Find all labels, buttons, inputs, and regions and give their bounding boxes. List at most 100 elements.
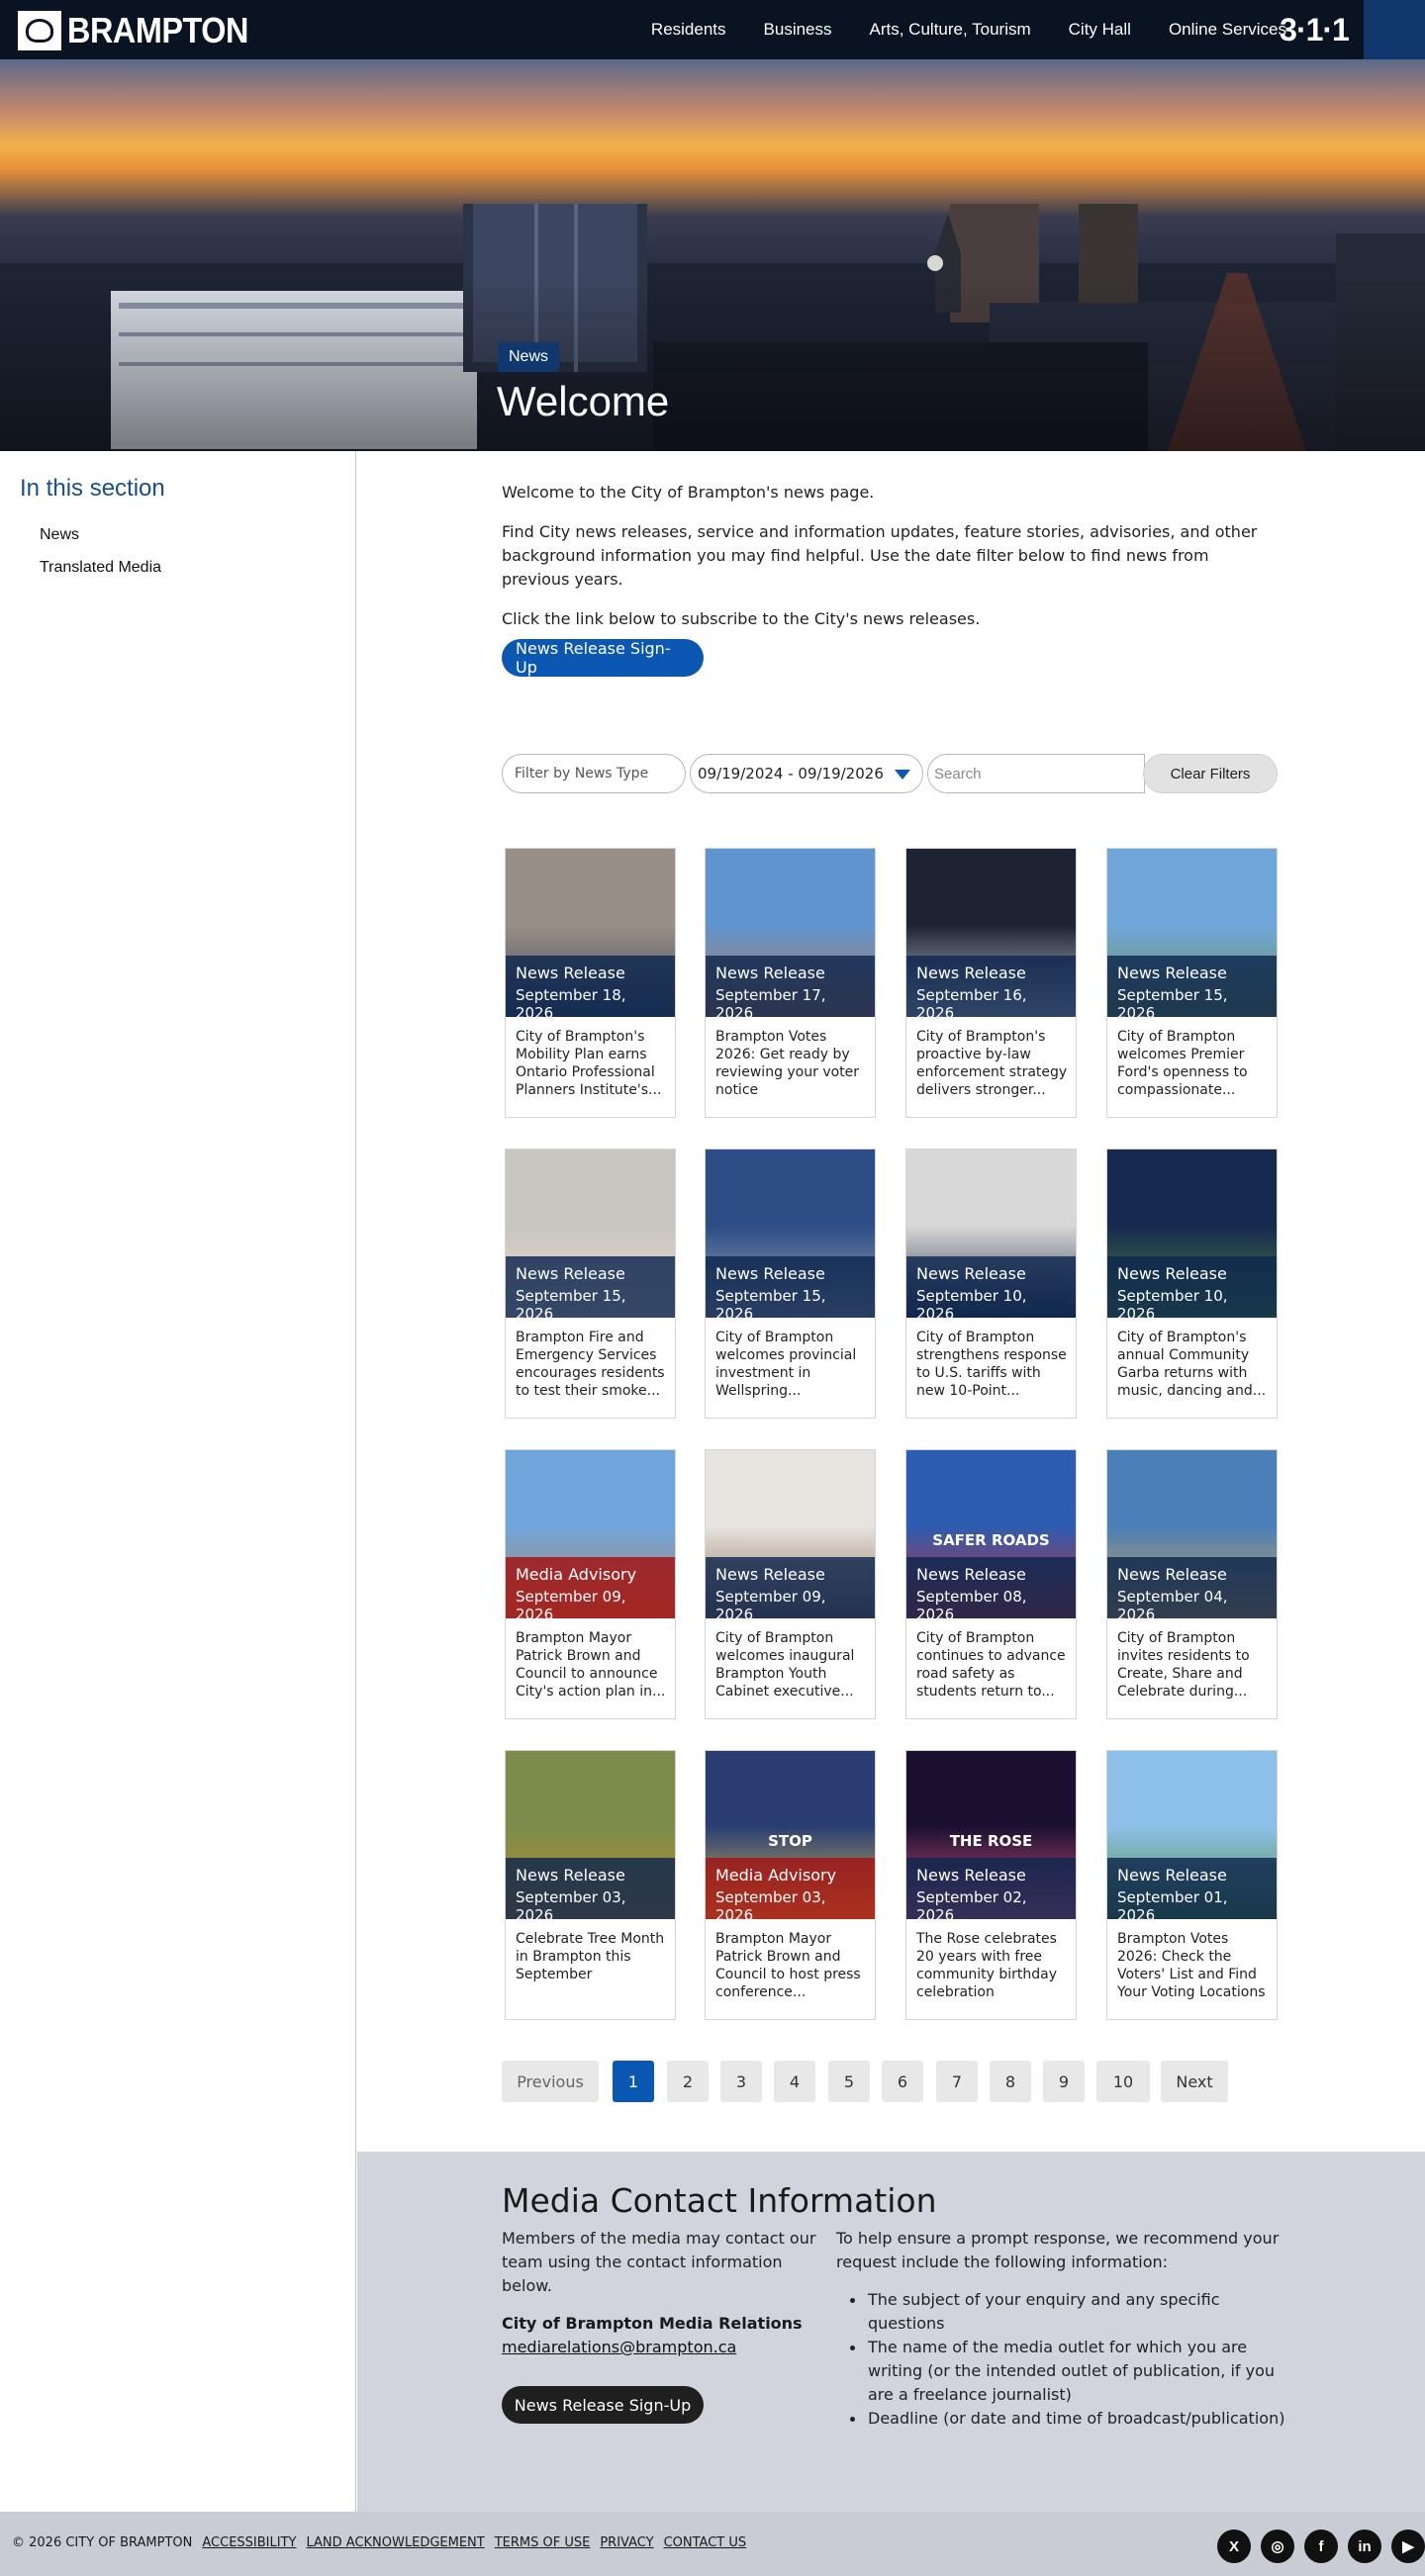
footer-link-contact-us[interactable]: CONTACT US (664, 2535, 747, 2550)
news-card[interactable]: News Release September 15, 2026 Brampton F… (505, 1149, 676, 1419)
news-card-date: September 09, 2026 (715, 1588, 826, 1623)
nav-city-hall[interactable]: City Hall (1069, 20, 1131, 40)
chevron-down-icon (895, 770, 910, 780)
facebook-icon[interactable]: f (1304, 2530, 1338, 2563)
list-item: Deadline (or date and time of broadcast/… (836, 2407, 1291, 2431)
news-card[interactable]: News Release September 03, 2026 Celebrate … (505, 1750, 676, 2020)
clear-filters-button[interactable]: Clear Filters (1143, 754, 1278, 793)
news-card[interactable]: News Release September 09, 2026 City of Br… (705, 1449, 876, 1719)
news-card-type: News Release (715, 1565, 825, 1584)
news-card-type: News Release (516, 1264, 625, 1283)
news-card-image-sign: THE ROSE (949, 1832, 1033, 1850)
page-button-7[interactable]: 7 (936, 2061, 978, 2102)
news-card[interactable]: News Release September 01, 2026 Brampton V… (1106, 1750, 1278, 2020)
page-button-9[interactable]: 9 (1043, 2061, 1085, 2102)
footer-link-terms-of-use[interactable]: TERMS OF USE (495, 2535, 591, 2550)
news-card-type: News Release (1117, 964, 1227, 982)
news-card[interactable]: News Release September 04, 2026 City of Br… (1106, 1449, 1278, 1719)
news-card-headline[interactable]: Brampton Mayor Patrick Brown and Council… (516, 1629, 669, 1701)
menu-button[interactable] (1364, 0, 1425, 59)
news-type-filter[interactable]: Filter by News Type (502, 754, 686, 793)
nav-residents[interactable]: Residents (651, 20, 726, 40)
media-contact-section: Media Contact Information Members of the… (357, 2152, 1425, 2512)
page-button-4[interactable]: 4 (774, 2061, 815, 2102)
page-button-8[interactable]: 8 (990, 2061, 1031, 2102)
news-card-overlay: Media Advisory September 09, 2026 (506, 1557, 675, 1623)
brampton-logo[interactable]: BRAMPTON (18, 10, 268, 51)
media-email-link[interactable]: mediarelations@brampton.ca (502, 2338, 736, 2356)
nav-online-services[interactable]: Online Services (1169, 20, 1286, 40)
page-button-1[interactable]: 1 (613, 2061, 654, 2102)
hero-banner: News Welcome (0, 59, 1425, 451)
news-card[interactable]: News Release September 10, 2026 City of Br… (905, 1149, 1077, 1419)
news-card-headline[interactable]: City of Brampton's annual Community Garb… (1117, 1329, 1271, 1400)
x-icon[interactable]: X (1217, 2530, 1251, 2563)
news-card[interactable]: News Release September 16, 2026 City of Br… (905, 848, 1077, 1118)
news-card-headline[interactable]: City of Brampton strengthens response to… (916, 1329, 1070, 1400)
date-range-filter[interactable]: 09/19/2024 - 09/19/2026 (690, 754, 923, 793)
intro-description-text: Find City news releases, service and inf… (502, 522, 1258, 589)
social-links: X ◎ f in ▶ (1217, 2530, 1425, 2563)
news-badge: News (498, 342, 560, 372)
nav-arts-culture-tourism[interactable]: Arts, Culture, Tourism (870, 20, 1031, 40)
news-card-headline[interactable]: City of Brampton welcomes inaugural Bram… (715, 1629, 869, 1701)
news-card-date: September 08, 2026 (916, 1588, 1027, 1623)
news-card-overlay: News Release September 15, 2026 (506, 1256, 675, 1323)
news-card[interactable]: News Release September 17, 2026 Brampton V… (705, 848, 876, 1118)
news-card[interactable]: News Release September 15, 2026 City of Br… (705, 1149, 876, 1419)
news-filters: Filter by News Type 09/19/2024 - 09/19/2… (502, 754, 1278, 793)
footer-link-accessibility[interactable]: ACCESSIBILITY (202, 2535, 296, 2550)
news-card[interactable]: News Release September 18, 2026 City of Br… (505, 848, 676, 1118)
news-card-type: News Release (1117, 1866, 1227, 1885)
next-page-button[interactable]: Next (1161, 2061, 1228, 2102)
footer-link-land-acknowledgement[interactable]: LAND ACKNOWLEDGEMENT (306, 2535, 484, 2550)
news-card-date: September 02, 2026 (916, 1888, 1027, 1924)
search-input[interactable]: Search (927, 754, 1145, 793)
news-card-type: News Release (715, 964, 825, 982)
sidebar-item-translated-media[interactable]: Translated Media (40, 559, 161, 577)
news-card-headline[interactable]: City of Brampton invites residents to Cr… (1117, 1629, 1271, 1701)
pagination: Previous 1 2 3 4 5 6 7 8 9 10 Next (502, 2061, 1274, 2104)
news-card-headline[interactable]: City of Brampton's Mobility Plan earns O… (516, 1028, 669, 1099)
news-card-headline[interactable]: City of Brampton welcomes provincial inv… (715, 1329, 869, 1400)
instagram-icon[interactable]: ◎ (1261, 2530, 1294, 2563)
news-card-overlay: News Release September 02, 2026 (906, 1858, 1076, 1924)
page-button-10[interactable]: 10 (1096, 2061, 1150, 2102)
news-card-overlay: News Release September 10, 2026 (1107, 1256, 1277, 1323)
news-card[interactable]: Media Advisory September 09, 2026 Brampton… (505, 1449, 676, 1719)
news-card-headline[interactable]: Celebrate Tree Month in Brampton this Se… (516, 1930, 669, 1983)
media-signup-button[interactable]: News Release Sign-Up (502, 2386, 704, 2424)
news-release-signup-button[interactable]: News Release Sign-Up (502, 639, 704, 677)
news-card[interactable]: News Release September 15, 2026 City of Br… (1106, 848, 1278, 1118)
nav-business[interactable]: Business (764, 20, 832, 40)
previous-page-button[interactable]: Previous (502, 2061, 599, 2102)
news-card-headline[interactable]: Brampton Fire and Emergency Services enc… (516, 1329, 669, 1400)
news-card[interactable]: News Release September 10, 2026 City of Br… (1106, 1149, 1278, 1419)
news-card-type: News Release (1117, 1565, 1227, 1584)
news-card-overlay: News Release September 15, 2026 (706, 1256, 875, 1323)
linkedin-icon[interactable]: in (1348, 2530, 1381, 2563)
news-card-headline[interactable]: The Rose celebrates 20 years with free c… (916, 1930, 1070, 2001)
page-button-2[interactable]: 2 (667, 2061, 709, 2102)
news-card-headline[interactable]: Brampton Votes 2026: Get ready by review… (715, 1028, 869, 1099)
youtube-icon[interactable]: ▶ (1391, 2530, 1425, 2563)
sidebar-item-news[interactable]: News (40, 526, 79, 544)
top-navigation-bar: BRAMPTON Residents Business Arts, Cultur… (0, 0, 1425, 59)
news-card-type: News Release (715, 1264, 825, 1283)
footer-link-privacy[interactable]: PRIVACY (600, 2535, 653, 2550)
news-card-headline[interactable]: City of Brampton's proactive by-law enfo… (916, 1028, 1070, 1099)
news-card-headline[interactable]: City of Brampton continues to advance ro… (916, 1629, 1070, 1701)
news-card-headline[interactable]: City of Brampton welcomes Premier Ford's… (1117, 1028, 1271, 1099)
media-request-intro: To help ensure a prompt response, we rec… (836, 2229, 1280, 2271)
page-button-5[interactable]: 5 (828, 2061, 870, 2102)
news-card-image-sign: SAFER ROADS (932, 1531, 1050, 1549)
news-card[interactable]: SAFER ROADS News Release September 08, 202… (905, 1449, 1077, 1719)
311-button[interactable]: 3·1·1 (1275, 8, 1354, 51)
news-card-headline[interactable]: Brampton Mayor Patrick Brown and Council… (715, 1930, 869, 2001)
news-card-overlay: News Release September 15, 2026 (1107, 956, 1277, 1022)
news-card[interactable]: STOP Media Advisory September 03, 2026 Bram… (705, 1750, 876, 2020)
page-button-3[interactable]: 3 (720, 2061, 762, 2102)
news-card[interactable]: THE ROSE News Release September 02, 2026 Th… (905, 1750, 1077, 2020)
news-card-headline[interactable]: Brampton Votes 2026: Check the Voters' L… (1117, 1930, 1271, 2001)
page-button-6[interactable]: 6 (882, 2061, 923, 2102)
